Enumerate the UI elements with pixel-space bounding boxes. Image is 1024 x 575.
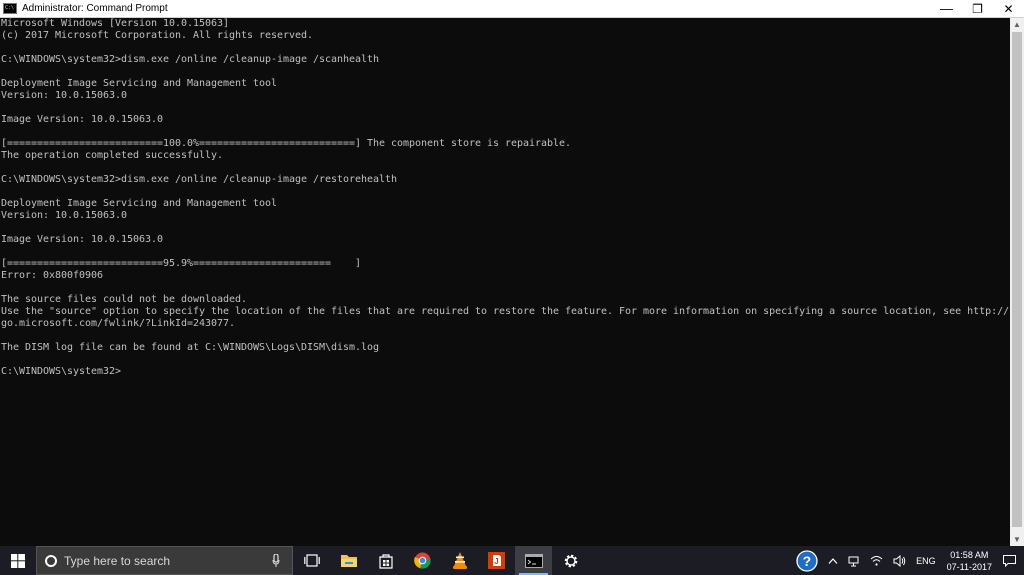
svg-text:?: ? [803,553,812,569]
scrollbar-thumb[interactable] [1012,32,1022,527]
console-output: Microsoft Windows [Version 10.0.15063] (c… [0,18,1010,378]
console-line: Version: 10.0.15063.0 [1,210,128,221]
store-icon[interactable] [367,546,404,575]
clock[interactable]: 01:58 AM 07-11-2017 [947,549,992,573]
language-indicator[interactable]: ENG [916,556,936,566]
taskbar: Type here to search J ? ENG 01:58 AM 07-… [0,546,1024,575]
command-prompt-taskbar-icon[interactable] [515,546,552,575]
clock-time: 01:58 AM [950,549,989,560]
window-title: Administrator: Command Prompt [22,3,168,14]
system-tray: ? ENG 01:58 AM 07-11-2017 [791,546,1024,575]
file-explorer-icon[interactable] [330,546,367,575]
network-icon[interactable] [848,555,860,567]
cortana-icon [45,554,57,567]
scroll-up-icon[interactable]: ▲ [1010,18,1024,31]
clock-date: 07-11-2017 [946,561,992,572]
windows-logo-icon [11,553,25,568]
notifications-icon[interactable] [1000,554,1018,567]
volume-icon[interactable] [893,554,906,567]
close-button[interactable]: ✕ [993,0,1024,17]
console-line: Version: 10.0.15063.0 [1,90,128,101]
console-line: The DISM log file can be found at C:\WIN… [1,342,380,353]
svg-text:J: J [494,557,498,566]
console-line: (c) 2017 Microsoft Corporation. All righ… [1,30,314,41]
start-button[interactable] [0,546,36,575]
search-box[interactable]: Type here to search [36,546,293,575]
task-view-icon[interactable] [293,546,330,575]
wifi-icon[interactable] [870,555,883,566]
console-line: [==========================95.9%========… [1,258,362,269]
console-line: [==========================100.0%=======… [1,138,572,149]
console-line: Deployment Image Servicing and Managemen… [1,198,278,209]
console-line: C:\WINDOWS\system32> [1,366,122,377]
console-line: The operation completed successfully. [1,150,224,161]
microphone-icon[interactable] [268,554,284,567]
settings-icon[interactable] [552,546,589,575]
console-line: C:\WINDOWS\system32>dism.exe /online /cl… [1,174,398,185]
command-prompt-icon [3,3,17,14]
chrome-icon[interactable] [404,546,441,575]
console-line: Error: 0x800f0906 [1,270,104,281]
help-icon[interactable]: ? [796,549,818,572]
office-icon[interactable]: J [478,546,515,575]
vertical-scrollbar[interactable]: ▲ ▼ [1010,18,1024,546]
console-line: Deployment Image Servicing and Managemen… [1,78,278,89]
search-placeholder: Type here to search [64,553,171,568]
title-bar: Administrator: Command Prompt — ❐ ✕ [0,0,1024,18]
chevron-up-icon[interactable] [828,557,838,564]
console-line: go.microsoft.com/fwlink/?LinkId=243077. [1,318,236,329]
restore-button[interactable]: ❐ [962,0,993,17]
minimize-button[interactable]: — [931,0,962,17]
console-line: Image Version: 10.0.15063.0 [1,114,164,125]
console-line: Use the "source" option to specify the l… [1,306,1010,317]
scroll-down-icon[interactable]: ▼ [1010,533,1024,546]
vlc-icon[interactable] [441,546,478,575]
console-area[interactable]: Microsoft Windows [Version 10.0.15063] (c… [0,18,1010,546]
console-line: C:\WINDOWS\system32>dism.exe /online /cl… [1,54,380,65]
console-line: The source files could not be downloaded… [1,294,248,305]
console-line: Image Version: 10.0.15063.0 [1,234,164,245]
console-line: Microsoft Windows [Version 10.0.15063] [1,18,230,29]
